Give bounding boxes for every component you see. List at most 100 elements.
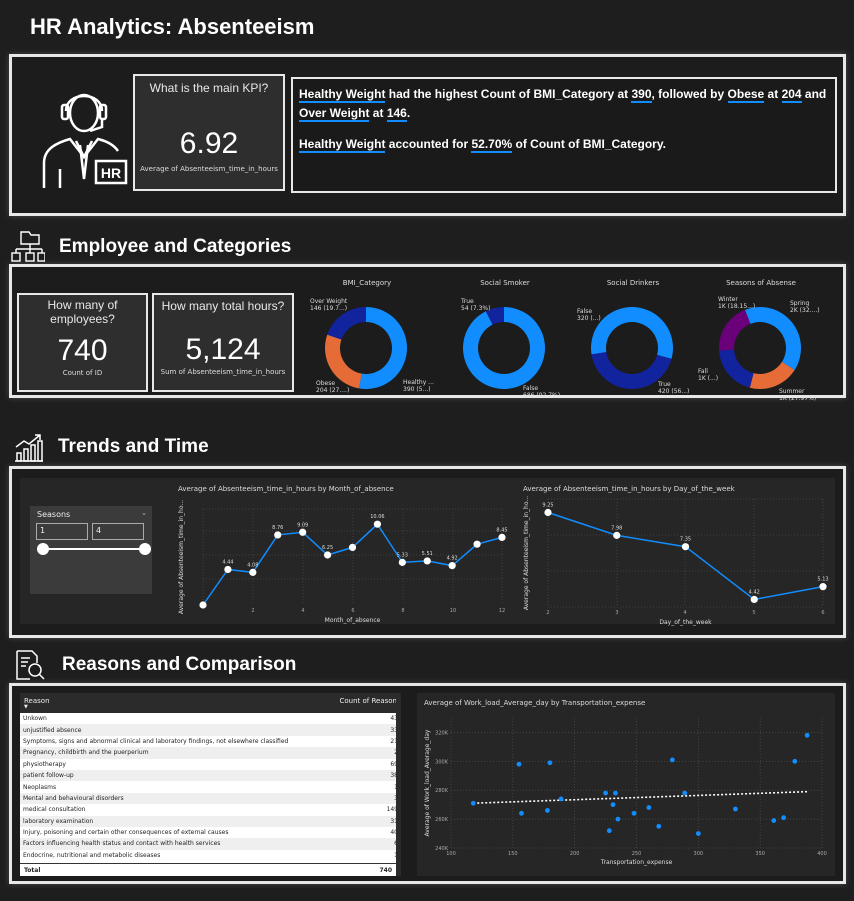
reason-cell: laboratory examination: [20, 815, 378, 827]
scatter-point[interactable]: [613, 790, 618, 796]
scatter-point[interactable]: [631, 810, 637, 816]
table-total-row: Total 740: [20, 863, 396, 876]
data-point[interactable]: [373, 520, 382, 528]
page-title: HR Analytics: Absenteeism: [30, 14, 315, 39]
seasons-slicer[interactable]: Seasons ⌄ 1 4: [30, 506, 152, 594]
scatter-point[interactable]: [516, 761, 522, 767]
data-point[interactable]: [681, 543, 690, 551]
table-scrollbar[interactable]: [396, 693, 401, 876]
data-point[interactable]: [613, 531, 621, 539]
kpi-value: 6.92: [179, 127, 239, 160]
scatter-point[interactable]: [547, 760, 553, 766]
donut-title: Social Drinkers: [606, 279, 660, 287]
reasons-table[interactable]: Reason ▼ Count of Reason Unkown 43 unjusti…: [20, 693, 401, 876]
donut-slice[interactable]: [749, 361, 795, 389]
table-row[interactable]: physiotherapy 69: [20, 758, 401, 770]
table-row[interactable]: patient follow-up 38: [20, 769, 401, 782]
donut-slice[interactable]: [359, 307, 408, 389]
x-tick-label: 200: [570, 851, 580, 857]
scatter-point[interactable]: [606, 828, 612, 834]
donut-slice[interactable]: [744, 307, 801, 370]
donut-data-label: Spring 2K (32....): [790, 300, 820, 314]
table-row[interactable]: unjustified absence 33: [20, 724, 401, 736]
data-point[interactable]: [249, 568, 257, 576]
table-row[interactable]: medical consultation 149: [20, 804, 401, 816]
data-point[interactable]: [473, 540, 481, 548]
scatter-point[interactable]: [669, 757, 675, 763]
data-label: 5.33: [397, 552, 408, 558]
scatter-point[interactable]: [470, 800, 476, 806]
scatter-point[interactable]: [545, 808, 550, 813]
data-point[interactable]: [750, 595, 758, 604]
donut-data-label: True 420 (56...): [658, 381, 690, 395]
hours-kpi-card: How many total hours? 5,124 Sum of Absen…: [152, 293, 294, 392]
narrative-highlight: 204: [781, 87, 802, 103]
table-row[interactable]: Endocrine, nutritional and metabolic dis…: [20, 849, 401, 862]
scatter-point[interactable]: [733, 806, 738, 812]
slider-track[interactable]: [43, 548, 145, 550]
x-tick-label: 2: [251, 608, 254, 614]
slider-max-handle[interactable]: [139, 543, 151, 555]
scatter-point[interactable]: [781, 815, 787, 821]
scatter-point[interactable]: [656, 823, 662, 829]
table-row[interactable]: Unkown 43: [20, 713, 401, 725]
section-trends-header: Trends and Time: [14, 432, 209, 462]
scatter-point[interactable]: [804, 732, 810, 738]
slider-min-handle[interactable]: [37, 543, 49, 555]
scatter-point[interactable]: [610, 802, 616, 808]
scatter-point[interactable]: [603, 790, 608, 796]
slicer-min-input[interactable]: 1: [36, 523, 88, 540]
donut-slice[interactable]: [719, 349, 754, 388]
scatter-point[interactable]: [682, 790, 688, 796]
scatter-point[interactable]: [792, 758, 798, 764]
reason-cell: Endocrine, nutritional and metabolic dis…: [20, 849, 378, 862]
chevron-down-icon[interactable]: ⌄: [141, 509, 147, 517]
donut-title: Seasons of Absense: [726, 279, 796, 287]
month-line-chart: 4.44 4.08 8.76 9.09 6.25 10.06 5.33 5.51 4.92 8.4…: [178, 500, 508, 624]
scatter-point[interactable]: [646, 805, 652, 810]
donut-data-label: Summer 1K (27.97%): [779, 388, 817, 402]
data-point[interactable]: [448, 562, 456, 570]
data-point[interactable]: [423, 557, 431, 565]
employees-kpi-card: How many of employees? 740 Count of ID: [17, 293, 148, 392]
data-point[interactable]: [819, 583, 827, 591]
section-reasons-title: Reasons and Comparison: [62, 654, 297, 675]
x-tick-label: 150: [508, 851, 518, 857]
data-point[interactable]: [544, 508, 552, 517]
x-tick-label: 6: [821, 610, 824, 616]
kpi-question: How many of employees?: [47, 298, 118, 326]
data-point[interactable]: [498, 533, 506, 541]
narrative-text: of Count of BMI_Category.: [512, 137, 666, 151]
table-row[interactable]: Neoplasms1: [20, 781, 401, 793]
data-point[interactable]: [224, 565, 232, 574]
slicer-max-input[interactable]: 4: [92, 523, 144, 540]
scatter-point[interactable]: [771, 818, 777, 823]
table-row[interactable]: Injury, poisoning and certain other cons…: [20, 826, 401, 839]
data-point[interactable]: [299, 528, 307, 536]
data-point[interactable]: [398, 558, 406, 566]
x-tick-label: 8: [401, 608, 404, 614]
x-tick-label: 5: [752, 610, 755, 616]
table-row[interactable]: Mental and behavioural disorders3: [20, 792, 401, 805]
scatter-point[interactable]: [519, 810, 524, 816]
table-row[interactable]: Symptoms, signs and abnormal clinical an…: [20, 735, 401, 748]
table-row[interactable]: Factors influencing health status and co…: [20, 838, 401, 850]
y-tick-label: 280K: [435, 788, 449, 794]
data-point[interactable]: [348, 543, 357, 551]
x-tick-label: 300: [694, 851, 704, 857]
table-row[interactable]: Pregnancy, childbirth and the puerperium…: [20, 747, 401, 759]
data-point[interactable]: [274, 531, 282, 539]
donut-data-label: False 686 (92.7%): [523, 385, 561, 399]
donut-slice[interactable]: [591, 307, 673, 359]
document-search-icon: [16, 650, 45, 680]
table-row[interactable]: laboratory examination 31: [20, 815, 401, 827]
reason-cell: Injury, poisoning and certain other cons…: [20, 826, 378, 839]
scatter-point[interactable]: [695, 831, 701, 836]
column-header-count[interactable]: Count of Reason: [340, 697, 398, 711]
data-point[interactable]: [323, 551, 332, 559]
scatter-point[interactable]: [558, 796, 564, 802]
donut-slice[interactable]: [719, 309, 751, 351]
data-point[interactable]: [199, 601, 207, 609]
scatter-point[interactable]: [615, 816, 621, 822]
scatter-chart-title: Average of Work_load_Average_day by Tran…: [424, 699, 646, 707]
